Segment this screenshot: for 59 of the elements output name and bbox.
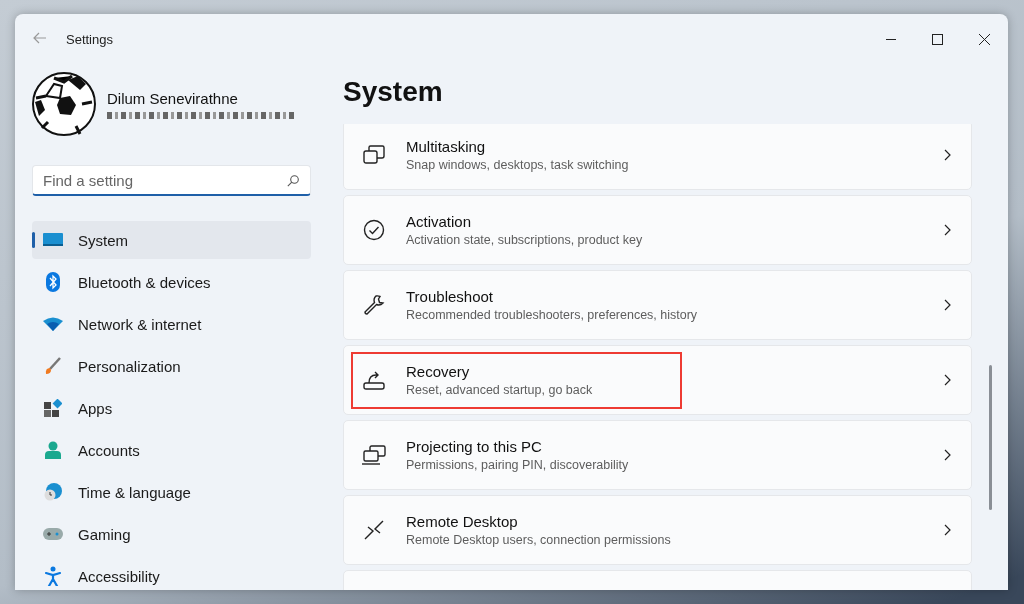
card-subtitle: Recommended troubleshooters, preferences, history <box>406 308 698 322</box>
monitor-icon <box>43 233 63 247</box>
accessibility-icon <box>45 566 61 586</box>
card-title: Multitasking <box>406 138 486 155</box>
clock-globe-icon <box>44 483 62 501</box>
search-field[interactable]: Find a setting <box>32 165 311 196</box>
windows-icon <box>363 144 385 166</box>
check-circle-icon <box>363 219 385 241</box>
minimize-icon <box>885 38 896 40</box>
back-button[interactable] <box>31 32 49 46</box>
brush-icon <box>44 357 62 375</box>
settings-card[interactable]: Activation Activation state, subscriptions, product key <box>343 195 972 265</box>
sidebar-item[interactable]: Gaming <box>32 515 311 553</box>
card-subtitle: Reset, advanced startup, go back <box>406 383 593 397</box>
sidebar-item[interactable]: Apps <box>32 389 311 427</box>
chevron-icon <box>944 524 951 536</box>
card-subtitle: Permissions, pairing PIN, discoverability <box>406 458 629 472</box>
settings-card[interactable]: Recovery Reset, advanced startup, go back <box>343 345 972 415</box>
sidebar-item[interactable]: Personalization <box>32 347 311 385</box>
bluetooth-icon <box>46 272 60 292</box>
sidebar-item[interactable]: System <box>32 221 311 259</box>
apps-icon <box>44 399 62 417</box>
wrench-icon <box>363 294 385 316</box>
card-title: Activation <box>406 213 472 230</box>
card-subtitle: Snap windows, desktops, task switching <box>406 158 629 172</box>
card-title: Remote Desktop <box>406 513 518 530</box>
gamepad-icon <box>43 528 63 540</box>
arrows-icon <box>363 519 385 541</box>
chevron-icon <box>944 449 951 461</box>
chevron-icon <box>944 224 951 236</box>
card-title: Projecting to this PC <box>406 438 542 455</box>
settings-card[interactable]: Remote Desktop Remote Desktop users, connection permissions <box>343 495 972 565</box>
wifi-icon <box>43 317 63 331</box>
chevron-icon <box>944 299 951 311</box>
settings-card[interactable]: Multitasking Snap windows, desktops, task switching <box>343 124 972 190</box>
scrollbar-thumb[interactable] <box>988 365 992 510</box>
sidebar-item[interactable]: Network & internet <box>32 305 311 343</box>
sidebar-item[interactable]: Bluetooth & devices <box>32 263 311 301</box>
sidebar-item[interactable]: Time & language <box>32 473 311 511</box>
screens-icon <box>362 445 386 465</box>
sidebar-item[interactable]: Accessibility <box>32 557 311 590</box>
soccer-ball-avatar <box>32 72 96 136</box>
drive-arrow-icon <box>363 369 385 391</box>
card-subtitle: Remote Desktop users, connection permissions <box>406 533 671 547</box>
maximize-icon <box>932 33 943 45</box>
settings-card[interactable]: Projecting to this PC Permissions, pairing PIN, discoverability <box>343 420 972 490</box>
search-icon <box>287 175 299 187</box>
close-icon <box>979 33 990 45</box>
sidebar-item[interactable]: Accounts <box>32 431 311 469</box>
user-name: Dilum Senevirathne <box>107 89 239 107</box>
chevron-icon <box>944 374 951 386</box>
settings-card[interactable]: Troubleshoot Recommended troubleshooters, preferences, history <box>343 270 972 340</box>
person-icon <box>45 441 61 459</box>
page-title: System <box>343 76 443 108</box>
chevron-icon <box>944 149 951 161</box>
card-title: Recovery <box>406 363 470 380</box>
card-title: Troubleshoot <box>406 288 493 305</box>
window-title: Settings <box>66 31 114 47</box>
card-subtitle: Activation state, subscriptions, product key <box>406 233 643 247</box>
